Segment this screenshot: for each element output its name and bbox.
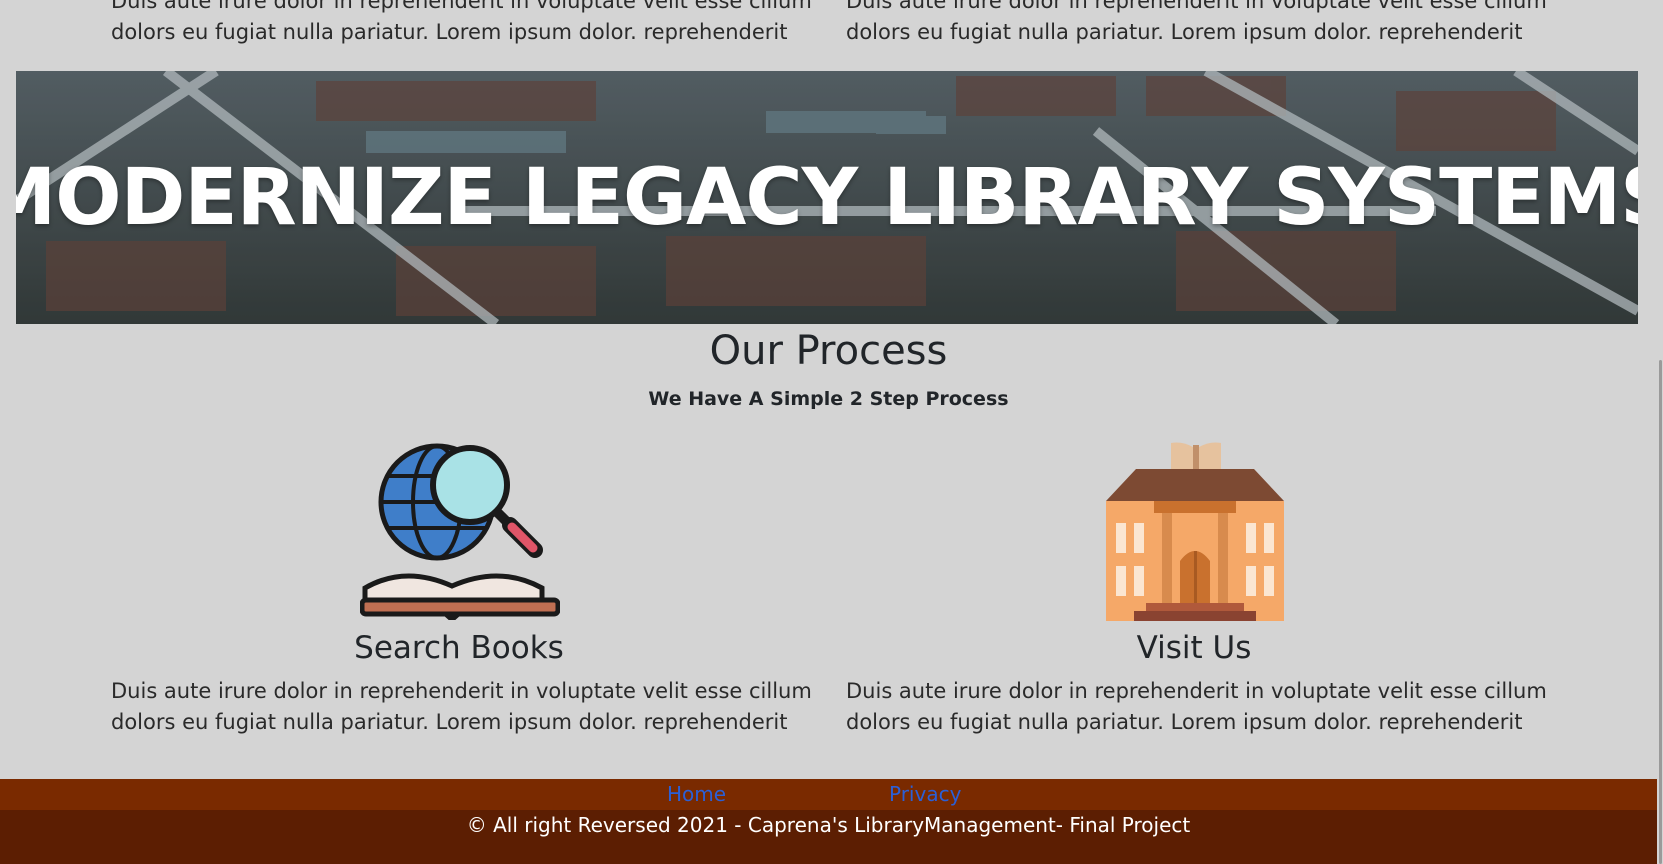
banner-title: MODERNIZE LEGACY LIBRARY SYSTEMS — [16, 152, 1638, 243]
intro-text-right: Duis aute irure dolor in reprehenderit i… — [846, 0, 1547, 44]
intro-text-left: Duis aute irure dolor in reprehenderit i… — [111, 0, 812, 44]
process-subtitle: We Have A Simple 2 Step Process — [648, 388, 1009, 410]
scrollbar-thumb[interactable] — [1659, 360, 1662, 864]
step-title-search-books: Search Books — [354, 630, 564, 666]
hero-banner: MODERNIZE LEGACY LIBRARY SYSTEMS — [16, 71, 1638, 324]
page: Duis aute irure dolor in reprehenderit i… — [0, 0, 1657, 864]
library-building-icon — [1106, 441, 1284, 621]
footer-link-home[interactable]: Home — [667, 781, 726, 807]
footer-link-privacy[interactable]: Privacy — [889, 781, 961, 807]
step-description-visit-us: Duis aute irure dolor in reprehenderit i… — [846, 679, 1547, 734]
vertical-scrollbar[interactable] — [1657, 0, 1663, 864]
step-title-visit-us: Visit Us — [1136, 630, 1252, 666]
process-title: Our Process — [709, 328, 948, 374]
copyright-text: © All right Reversed 2021 - Caprena's Li… — [466, 813, 1191, 837]
footer-nav: Home Privacy — [0, 779, 1657, 810]
step-description-search-books: Duis aute irure dolor in reprehenderit i… — [111, 679, 812, 734]
globe-search-book-icon — [359, 440, 561, 623]
footer-bottom: © All right Reversed 2021 - Caprena's Li… — [0, 810, 1657, 864]
